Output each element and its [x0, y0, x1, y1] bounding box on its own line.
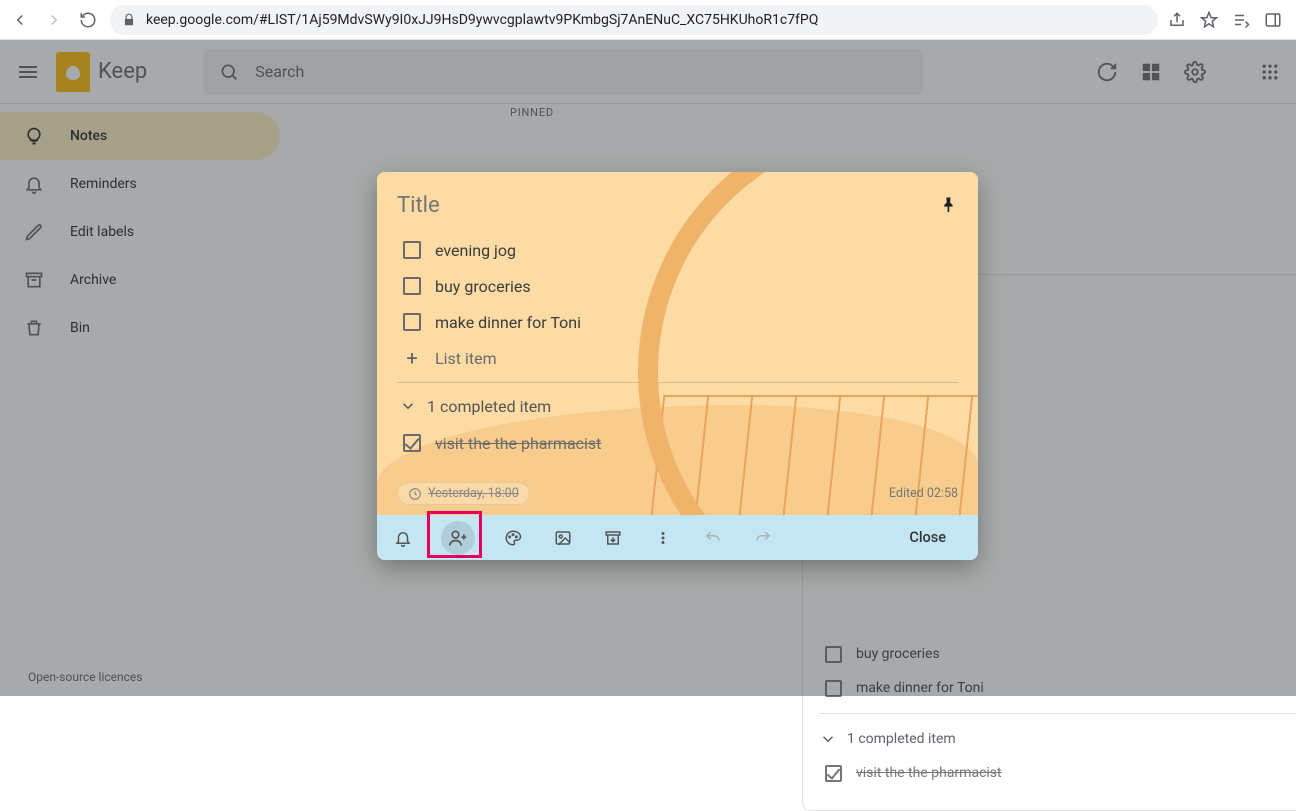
- nav-back-button[interactable]: [8, 8, 32, 32]
- nav-reload-button[interactable]: [76, 8, 100, 32]
- list-item[interactable]: visit the the pharmacist: [819, 756, 1296, 790]
- panel-icon[interactable]: [1264, 11, 1282, 29]
- note-title-input[interactable]: [397, 193, 846, 218]
- checkbox-checked-icon[interactable]: [403, 434, 421, 452]
- list-item[interactable]: buy groceries: [397, 268, 958, 304]
- reminder-chip[interactable]: Yesterday, 18:00: [397, 482, 530, 505]
- chrome-right-icons: [1168, 11, 1288, 29]
- redo-button[interactable]: [751, 526, 775, 550]
- list-item[interactable]: visit the the pharmacist: [397, 425, 958, 461]
- address-url: keep.google.com/#LIST/1Aj59MdvSWy9I0xJJ9…: [146, 12, 818, 28]
- archive-button[interactable]: [601, 526, 625, 550]
- completed-toggle[interactable]: 1 completed item: [819, 722, 1296, 756]
- checkbox-icon[interactable]: [403, 241, 421, 259]
- edited-label: Edited 02:58: [889, 486, 958, 501]
- note-toolbar: Close: [377, 515, 978, 560]
- close-button[interactable]: Close: [891, 521, 964, 554]
- share-icon[interactable]: [1168, 11, 1186, 29]
- address-bar[interactable]: keep.google.com/#LIST/1Aj59MdvSWy9I0xJJ9…: [110, 5, 1158, 35]
- plus-icon: +: [403, 349, 421, 367]
- list-item[interactable]: make dinner for Toni: [397, 304, 958, 340]
- browser-chrome: keep.google.com/#LIST/1Aj59MdvSWy9I0xJJ9…: [0, 0, 1296, 40]
- media-icon[interactable]: [1232, 11, 1250, 29]
- app-root: Keep Search Notes Reminders: [0, 40, 1296, 696]
- nav-forward-button[interactable]: [42, 8, 66, 32]
- undo-button[interactable]: [701, 526, 725, 550]
- checkbox-icon[interactable]: [403, 277, 421, 295]
- star-icon[interactable]: [1200, 11, 1218, 29]
- clock-icon: [408, 487, 422, 501]
- list-item[interactable]: evening jog: [397, 232, 958, 268]
- collaborator-button[interactable]: [441, 521, 475, 555]
- remind-me-button[interactable]: [391, 526, 415, 550]
- pin-button[interactable]: [938, 195, 958, 215]
- checkbox-icon[interactable]: [403, 313, 421, 331]
- add-list-item[interactable]: +List item: [397, 340, 958, 376]
- background-options-button[interactable]: [501, 526, 525, 550]
- checkbox-checked-icon[interactable]: [825, 765, 842, 782]
- lock-icon: [122, 13, 136, 27]
- completed-toggle[interactable]: 1 completed item: [397, 387, 958, 425]
- chevron-down-icon: [399, 397, 417, 415]
- more-button[interactable]: [651, 526, 675, 550]
- add-image-button[interactable]: [551, 526, 575, 550]
- note-editor-modal: evening jog buy groceries make dinner fo…: [377, 172, 978, 560]
- chevron-down-icon: [819, 730, 837, 748]
